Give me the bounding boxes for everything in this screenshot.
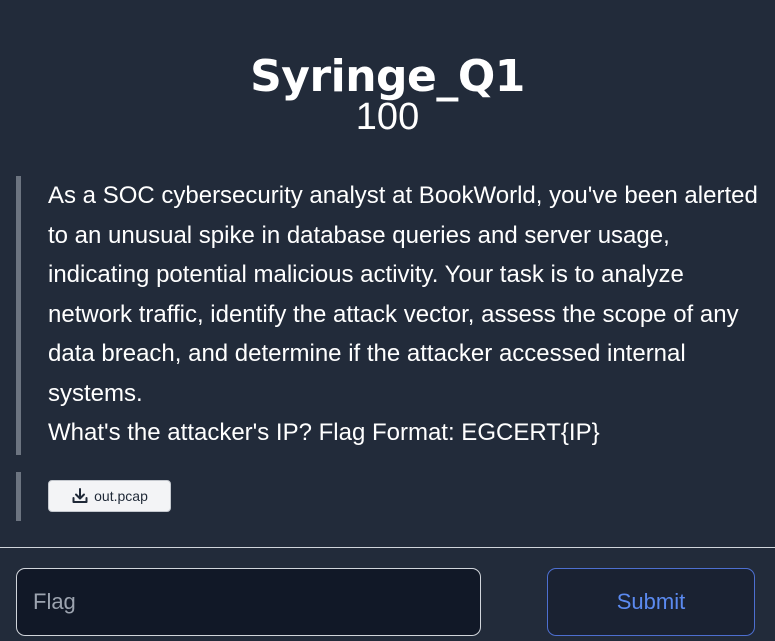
challenge-points: 100: [355, 96, 420, 138]
download-icon: [71, 487, 89, 505]
challenge-description: As a SOC cybersecurity analyst at BookWo…: [16, 176, 761, 455]
challenge-modal: Syringe_Q1 100 As a SOC cybersecurity an…: [0, 0, 775, 641]
description-question: What's the attacker's IP? Flag Format: E…: [48, 419, 600, 446]
download-file-button[interactable]: out.pcap: [48, 480, 171, 512]
challenge-files: out.pcap: [16, 472, 316, 521]
file-name: out.pcap: [94, 488, 148, 504]
submit-button[interactable]: Submit: [547, 568, 755, 636]
description-paragraph: As a SOC cybersecurity analyst at BookWo…: [48, 182, 758, 407]
flag-input[interactable]: [16, 568, 481, 636]
divider: [0, 547, 775, 548]
